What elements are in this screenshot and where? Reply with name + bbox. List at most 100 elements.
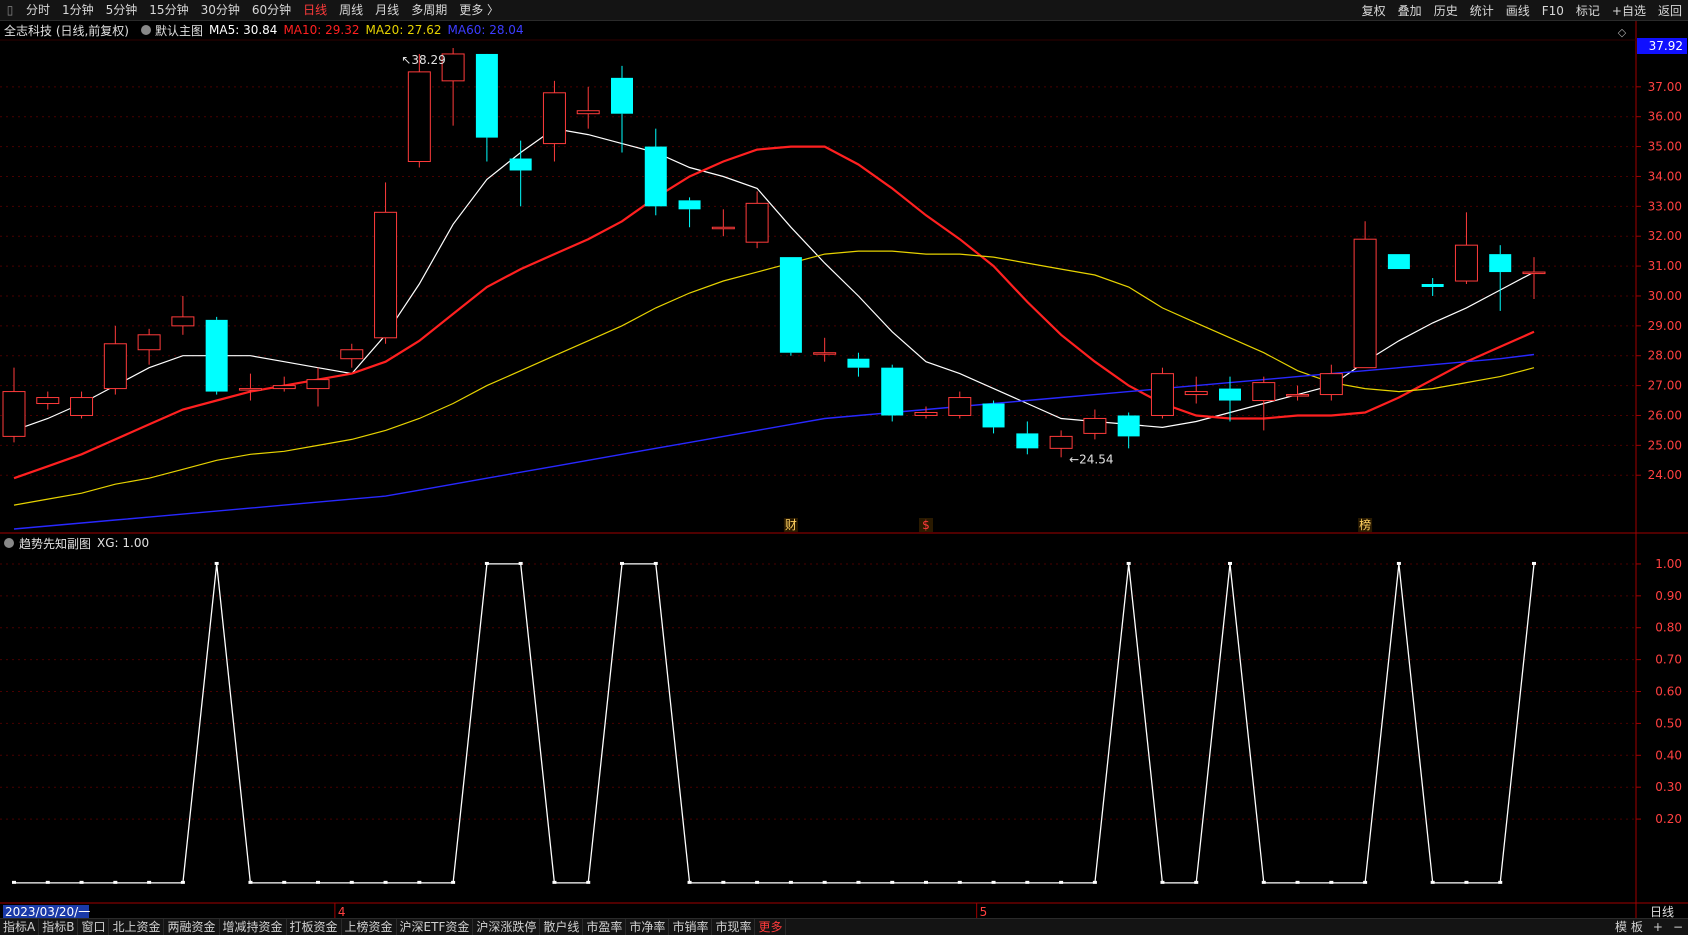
candle[interactable] — [171, 295, 195, 335]
period-tab[interactable]: 30分钟 — [195, 0, 246, 20]
period-tab[interactable]: 60分钟 — [246, 0, 297, 20]
candle[interactable] — [475, 53, 498, 162]
candle[interactable] — [407, 53, 431, 168]
candle[interactable] — [1522, 257, 1546, 299]
candle[interactable] — [2, 367, 26, 443]
indicator-tab[interactable]: 沪深涨跌停 — [473, 919, 541, 935]
candle[interactable] — [745, 191, 769, 249]
indicator-tab[interactable]: 市净率 — [626, 919, 670, 935]
stock-label[interactable]: 全志科技 (日线,前复权) — [4, 22, 129, 39]
candle[interactable] — [238, 373, 262, 401]
candle[interactable] — [813, 337, 837, 362]
candle[interactable] — [678, 197, 701, 228]
toolbar-button[interactable]: +自选 — [1606, 1, 1652, 21]
candle[interactable] — [1353, 221, 1377, 369]
toolbar-button[interactable]: 历史 — [1428, 1, 1464, 21]
indicator-tab[interactable]: 两融资金 — [164, 919, 220, 935]
month-label: 4 — [338, 905, 346, 919]
indicator-tab[interactable]: 更多 — [755, 919, 787, 935]
indicator-tab[interactable]: 市现率 — [712, 919, 756, 935]
toolbar-button[interactable]: 复权 — [1356, 1, 1392, 21]
xg-point — [484, 561, 489, 565]
bottombar-button[interactable]: − — [1668, 919, 1688, 935]
xg-point — [1228, 561, 1232, 565]
toolbar-button[interactable]: 叠加 — [1392, 1, 1428, 21]
candle[interactable] — [1421, 278, 1444, 296]
candle-body — [813, 352, 837, 355]
indicator-dropdown-icon[interactable] — [4, 538, 14, 548]
candle[interactable] — [1117, 412, 1140, 449]
indicator-tab[interactable]: 上榜资金 — [342, 919, 397, 935]
toolbar-button[interactable]: 标记 — [1570, 1, 1606, 21]
candle[interactable] — [103, 325, 127, 395]
candle[interactable] — [306, 367, 330, 407]
candle[interactable] — [137, 328, 161, 365]
candle[interactable] — [779, 257, 802, 356]
bottombar-button[interactable]: 模 板 — [1610, 919, 1648, 935]
indicator-tab[interactable]: 市盈率 — [583, 919, 627, 935]
period-tab[interactable]: 分时 — [20, 0, 56, 20]
candle[interactable] — [1319, 364, 1343, 401]
candle[interactable] — [948, 391, 972, 419]
xg-point — [1059, 880, 1064, 884]
date-cursor-label: 2023/03/20/一 — [5, 905, 90, 919]
event-marker: 榜 — [1359, 517, 1371, 532]
kline-chart-canvas[interactable]: ↖38.29 ←24.54 财 $ 榜 24.00 25.00 26.00 27.00 28.0… — [0, 0, 1688, 935]
candle[interactable] — [509, 140, 532, 207]
candle[interactable] — [1454, 212, 1478, 285]
candle-body — [475, 53, 498, 138]
template-dropdown-icon[interactable] — [141, 25, 151, 35]
bottombar-button[interactable]: + — [1648, 919, 1668, 935]
candle[interactable] — [70, 391, 94, 419]
candle[interactable] — [1083, 409, 1107, 440]
period-tab[interactable]: 1分钟 — [56, 0, 100, 20]
indicator-tab[interactable]: 打板资金 — [287, 919, 342, 935]
candle[interactable] — [847, 352, 870, 377]
indicator-tab[interactable]: 窗口 — [78, 919, 110, 935]
period-tab[interactable]: 更多 〉 — [453, 0, 505, 20]
candle[interactable] — [1150, 367, 1174, 419]
indicator-tab[interactable]: 北上资金 — [109, 919, 165, 935]
sub-chart-info: 趋势先知副图 XG: 1.00 — [0, 534, 149, 552]
candle[interactable] — [1016, 421, 1039, 455]
period-tab[interactable]: 15分钟 — [143, 0, 194, 20]
indicator-tab[interactable]: 沪深ETF资金 — [397, 919, 474, 935]
indicator-tab[interactable]: 指标B — [39, 919, 79, 935]
xg-point — [552, 880, 557, 884]
period-tab[interactable]: 周线 — [333, 0, 369, 20]
toolbar-button[interactable]: 返回 — [1652, 1, 1688, 21]
candle[interactable] — [36, 391, 60, 410]
candle[interactable] — [1184, 376, 1208, 404]
candle[interactable] — [576, 86, 600, 129]
candle[interactable] — [881, 364, 904, 422]
candle[interactable] — [542, 80, 566, 162]
indicator-title[interactable]: 趋势先知副图 — [19, 535, 91, 552]
menu-icon[interactable]: ▯ — [0, 0, 20, 20]
period-tab[interactable]: 月线 — [369, 0, 405, 20]
candle[interactable] — [205, 316, 228, 395]
toolbar-button[interactable]: 画线 — [1500, 1, 1536, 21]
toolbar-button[interactable]: F10 — [1536, 1, 1570, 21]
indicator-tab[interactable]: 增减持资金 — [220, 919, 287, 935]
candle[interactable] — [611, 65, 633, 153]
candle-body — [1219, 388, 1241, 401]
candle[interactable] — [1489, 245, 1512, 311]
indicator-tab[interactable]: 散户线 — [540, 919, 584, 935]
candle[interactable] — [982, 400, 1005, 434]
template-label[interactable]: 默认主图 — [155, 22, 203, 39]
date-axis: 2023/03/20/一 4 5 日线 — [3, 903, 1674, 919]
toolbar-button[interactable]: 统计 — [1464, 1, 1500, 21]
candle[interactable] — [711, 209, 735, 237]
candle[interactable] — [644, 128, 667, 216]
indicator-tab[interactable]: 市销率 — [669, 919, 713, 935]
period-tab[interactable]: 多周期 — [405, 0, 453, 20]
xg-point — [147, 880, 152, 884]
xg-point — [451, 880, 456, 884]
period-tab[interactable]: 日线 — [297, 0, 333, 20]
candle-body — [1083, 417, 1107, 434]
period-tab[interactable]: 5分钟 — [100, 0, 144, 20]
candle[interactable] — [1387, 254, 1410, 270]
indicator-tab[interactable]: 指标A — [0, 919, 40, 935]
candle[interactable] — [374, 182, 398, 344]
candle[interactable] — [1252, 376, 1276, 431]
